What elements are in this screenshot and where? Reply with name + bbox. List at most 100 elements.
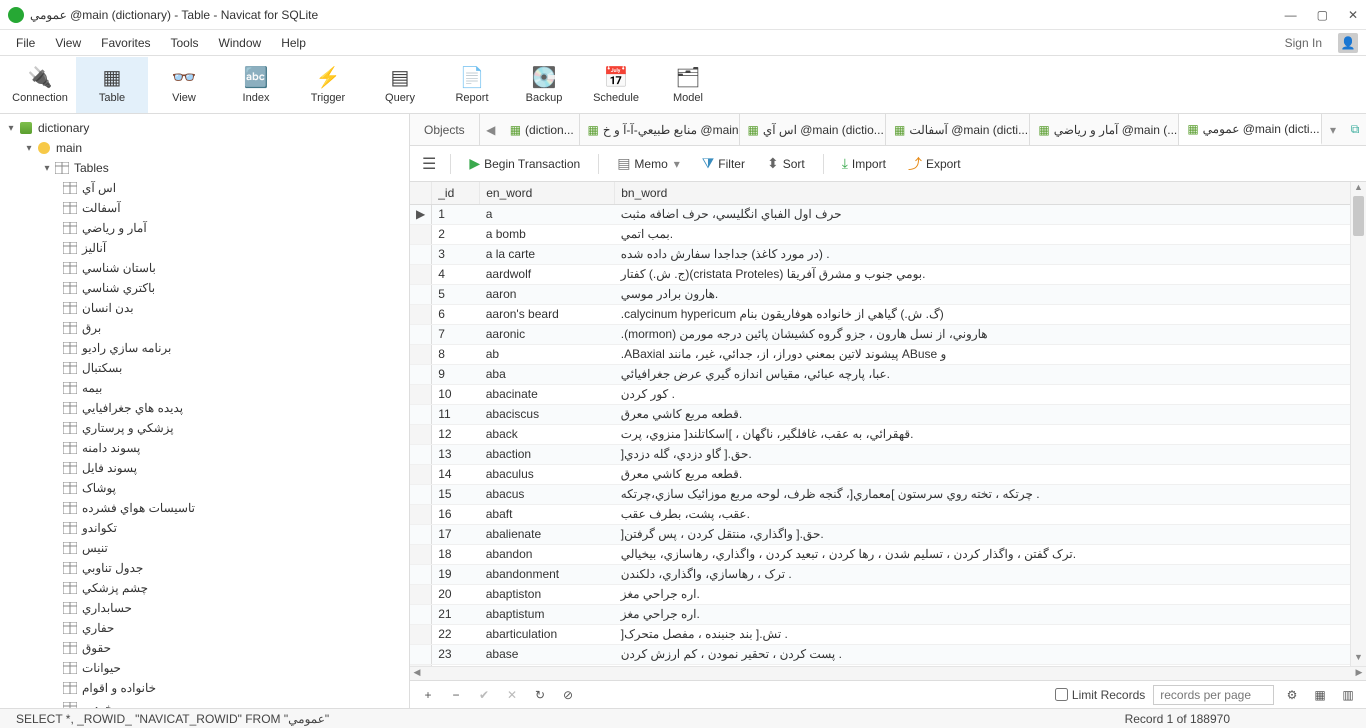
cell-bn-word[interactable]: . ترک ، رهاسازي، واگذاري، دلکندن xyxy=(615,564,1366,584)
cell-bn-word[interactable]: .عبا، پارچه عبائي، مقياس اندازه گيري عرض… xyxy=(615,364,1366,384)
scroll-down-icon[interactable]: ▼ xyxy=(1351,652,1366,666)
table-row[interactable]: 22abarticulation. تش.[ بند جنبنده ، مفصل… xyxy=(410,624,1366,644)
cell-id[interactable]: 13 xyxy=(432,444,480,464)
ribbon-index[interactable]: 🔤Index xyxy=(220,57,292,113)
export-button[interactable]: ⤴Export xyxy=(900,150,969,178)
cell-id[interactable]: 14 xyxy=(432,464,480,484)
cell-bn-word[interactable]: .قطعه مربع کاشي معرق xyxy=(615,404,1366,424)
document-tab[interactable]: ▦(diction... xyxy=(502,114,580,145)
cell-bn-word[interactable]: .هارون برادر موسي xyxy=(615,284,1366,304)
menu-window[interactable]: Window xyxy=(211,33,270,53)
tree-table-item[interactable]: پديده هاي جغرافيايي xyxy=(0,398,409,418)
cell-id[interactable]: 20 xyxy=(432,584,480,604)
table-row[interactable]: 20abaptiston.اره جراحي مغز xyxy=(410,584,1366,604)
cell-en-word[interactable]: abaft xyxy=(480,504,615,524)
tree-table-item[interactable]: خودرو xyxy=(0,698,409,708)
refresh-button[interactable]: ↻ xyxy=(530,688,550,702)
cell-en-word[interactable]: ab xyxy=(480,344,615,364)
tree-table-item[interactable]: آسفالت xyxy=(0,198,409,218)
filter-button[interactable]: ⧩Filter xyxy=(694,151,753,176)
table-row[interactable]: 14abaculus.قطعه مربع کاشي معرق xyxy=(410,464,1366,484)
tree-db[interactable]: ▾ dictionary xyxy=(0,118,409,138)
memo-button[interactable]: ▤Memo▾ xyxy=(609,151,688,176)
sign-in-link[interactable]: Sign In xyxy=(1279,33,1328,53)
ribbon-view[interactable]: 👓View xyxy=(148,57,220,113)
cell-en-word[interactable]: abaction xyxy=(480,444,615,464)
cell-en-word[interactable]: abase xyxy=(480,644,615,664)
table-row[interactable]: 3a la carte. (در مورد کاغذ) جداجدا سفارش… xyxy=(410,244,1366,264)
menu-icon[interactable]: ☰ xyxy=(418,150,440,178)
maximize-button[interactable]: ▢ xyxy=(1317,8,1328,22)
table-row[interactable]: 5aaron.هارون برادر موسي xyxy=(410,284,1366,304)
data-grid[interactable]: _id en_word bn_word ▶1aحرف اول الفباي ان… xyxy=(410,182,1366,666)
table-row[interactable]: 9aba.عبا، پارچه عبائي، مقياس اندازه گيري… xyxy=(410,364,1366,384)
ribbon-table[interactable]: ▦Table xyxy=(76,57,148,113)
user-avatar[interactable]: 👤 xyxy=(1338,33,1358,53)
cell-id[interactable]: 23 xyxy=(432,644,480,664)
tree-table-item[interactable]: بدن انسان xyxy=(0,298,409,318)
menu-file[interactable]: File xyxy=(8,33,43,53)
cell-bn-word[interactable]: .عقب، پشت، بطرف عقب xyxy=(615,504,1366,524)
cell-bn-word[interactable]: .قطعه مربع کاشي معرق xyxy=(615,464,1366,484)
cell-id[interactable]: 11 xyxy=(432,404,480,424)
cell-en-word[interactable]: aaronic xyxy=(480,324,615,344)
scroll-left-icon[interactable]: ◀ xyxy=(410,667,424,681)
cell-id[interactable]: 7 xyxy=(432,324,480,344)
cell-id[interactable]: 21 xyxy=(432,604,480,624)
tree-table-item[interactable]: تاسيسات هواي فشرده xyxy=(0,498,409,518)
tree-table-item[interactable]: باکتري شناسي xyxy=(0,278,409,298)
cell-bn-word[interactable]: .قهقرائي، به عقب، غافلگير، ناگهان ، ]اسک… xyxy=(615,424,1366,444)
ribbon-schedule[interactable]: 📅Schedule xyxy=(580,57,652,113)
tree-table-item[interactable]: بسکتبال xyxy=(0,358,409,378)
stop-button[interactable]: ⊘ xyxy=(558,688,578,702)
add-row-button[interactable]: + xyxy=(418,688,438,702)
table-row[interactable]: 2a bomb.بمب اتمي xyxy=(410,224,1366,244)
tree-table-item[interactable]: برنامه سازي راديو xyxy=(0,338,409,358)
cell-bn-word[interactable]: .اره جراحي مغز xyxy=(615,604,1366,624)
cell-en-word[interactable]: abandon xyxy=(480,544,615,564)
tab-scroll-left[interactable]: ◀ xyxy=(480,114,502,145)
cell-bn-word[interactable]: . (در مورد کاغذ) جداجدا سفارش داده شده xyxy=(615,244,1366,264)
limit-records-input[interactable] xyxy=(1055,688,1068,701)
cell-id[interactable]: 1 xyxy=(432,204,480,224)
tree-table-item[interactable]: خانواده و اقوام xyxy=(0,678,409,698)
table-row[interactable]: 10abacinate. کور کردن xyxy=(410,384,1366,404)
table-row[interactable]: ▶1aحرف اول الفباي انگليسي، حرف اضافه مثب… xyxy=(410,204,1366,224)
document-tab[interactable]: ▦اس آي @main (dictio... xyxy=(740,114,886,145)
chevron-down-icon[interactable]: ▾ xyxy=(40,163,54,174)
horizontal-scrollbar[interactable]: ◀ ▶ xyxy=(410,666,1366,680)
cell-bn-word[interactable]: (گ. ش.) گياهي از خانواده هوفاريقون بنام … xyxy=(615,304,1366,324)
tree-table-item[interactable]: پوشاک xyxy=(0,478,409,498)
vertical-scrollbar[interactable]: ▲ ▼ xyxy=(1350,182,1366,666)
cell-en-word[interactable]: aaron xyxy=(480,284,615,304)
begin-transaction-button[interactable]: ▶Begin Transaction xyxy=(461,151,588,176)
tab-list-dropdown[interactable]: ▾ xyxy=(1322,114,1344,145)
cell-id[interactable]: 9 xyxy=(432,364,480,384)
minimize-button[interactable]: — xyxy=(1285,8,1297,22)
cell-id[interactable]: 15 xyxy=(432,484,480,504)
tree-table-item[interactable]: جدول تناوبي xyxy=(0,558,409,578)
table-row[interactable]: 8abو ABuse پيشوند لاتين بمعني دوراز، از،… xyxy=(410,344,1366,364)
table-row[interactable]: 23abase. پست کردن ، تحقير نمودن ، کم ارز… xyxy=(410,644,1366,664)
cell-en-word[interactable]: abacinate xyxy=(480,384,615,404)
table-row[interactable]: 21abaptistum.اره جراحي مغز xyxy=(410,604,1366,624)
scroll-up-icon[interactable]: ▲ xyxy=(1351,182,1366,196)
tree-table-item[interactable]: تنيس xyxy=(0,538,409,558)
cell-bn-word[interactable]: و ABuse پيشوند لاتين بمعني دوراز، از، جد… xyxy=(615,344,1366,364)
tree-table-item[interactable]: چشم پزشکي xyxy=(0,578,409,598)
cell-bn-word[interactable]: . تش.[ بند جنبنده ، مفصل متحرک[ xyxy=(615,624,1366,644)
table-row[interactable]: 11abaciscus.قطعه مربع کاشي معرق xyxy=(410,404,1366,424)
import-button[interactable]: ⤓Import xyxy=(834,151,894,176)
new-tab-button[interactable]: ⧉ xyxy=(1344,114,1366,145)
tree-table-item[interactable]: پسوند دامنه xyxy=(0,438,409,458)
cell-en-word[interactable]: aaron's beard xyxy=(480,304,615,324)
cell-id[interactable]: 19 xyxy=(432,564,480,584)
table-row[interactable]: 6aaron's beard(گ. ش.) گياهي از خانواده ه… xyxy=(410,304,1366,324)
document-tab[interactable]: ▦منابع طبيعي-آ-آ و خ @main (dictio... xyxy=(580,114,740,145)
cell-bn-word[interactable]: .حق.[ گاو دزدي، گله دزدي[ xyxy=(615,444,1366,464)
cell-bn-word[interactable]: .ترک گفتن ، واگذار کردن ، تسليم شدن ، ره… xyxy=(615,544,1366,564)
ribbon-trigger[interactable]: ⚡Trigger xyxy=(292,57,364,113)
cell-bn-word[interactable]: .اره جراحي مغز xyxy=(615,584,1366,604)
document-tab[interactable]: ▦آسفالت @main (dicti... xyxy=(886,114,1030,145)
chevron-down-icon[interactable]: ▾ xyxy=(22,143,36,154)
